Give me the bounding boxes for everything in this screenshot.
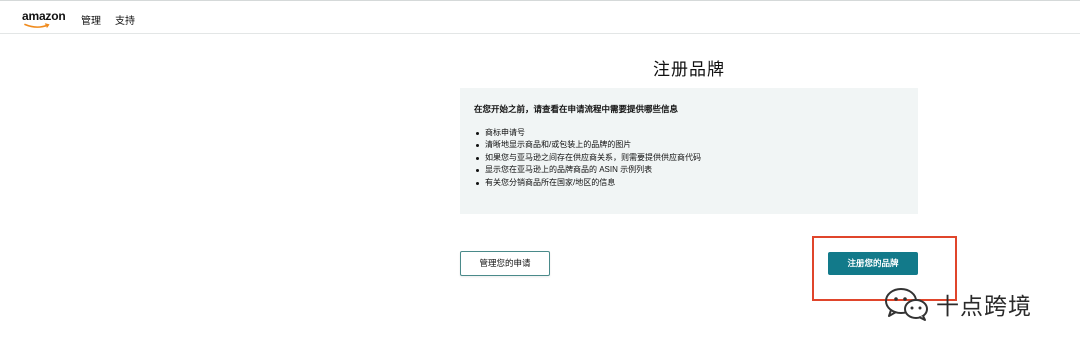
wechat-icon (885, 288, 928, 321)
list-item: 如果您与亚马逊之间存在供应商关系，则需要提供供应商代码 (476, 152, 701, 164)
top-border (0, 0, 1080, 1)
list-item: 显示您在亚马逊上的品牌商品的 ASIN 示例列表 (476, 164, 701, 176)
nav-manage[interactable]: 管理 (81, 12, 101, 27)
manage-application-button[interactable]: 管理您的申请 (460, 251, 550, 276)
watermark: 十点跨境 (882, 284, 1032, 324)
watermark-text: 十点跨境 (936, 294, 1032, 320)
page-title: 注册品牌 (653, 60, 725, 79)
amazon-smile-icon (24, 23, 50, 28)
amazon-logo[interactable]: amazon (22, 9, 66, 23)
list-item: 清晰地显示商品和/或包装上的品牌的图片 (476, 139, 701, 151)
info-panel: 在您开始之前，请查看在申请流程中需要提供哪些信息 商标申请号 清晰地显示商品和/… (460, 88, 918, 214)
nav-support[interactable]: 支持 (115, 12, 135, 27)
requirements-list: 商标申请号 清晰地显示商品和/或包装上的品牌的图片 如果您与亚马逊之间存在供应商… (476, 127, 701, 189)
list-item: 商标申请号 (476, 127, 701, 139)
info-heading: 在您开始之前，请查看在申请流程中需要提供哪些信息 (474, 104, 679, 114)
list-item: 有关您分销商品所在国家/地区的信息 (476, 177, 701, 189)
top-navigation-bar: amazon 管理 支持 (0, 0, 1080, 34)
register-brand-button[interactable]: 注册您的品牌 (828, 252, 918, 275)
